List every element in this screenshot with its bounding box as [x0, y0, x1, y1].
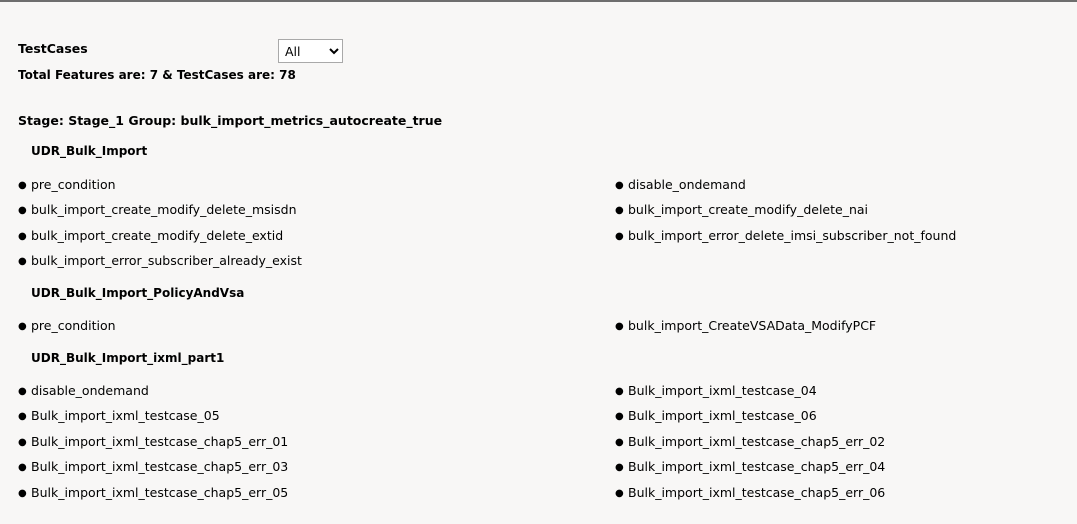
testcase-label: bulk_import_error_subscriber_already_exi…: [31, 253, 302, 268]
bullet-icon: ●: [18, 411, 27, 422]
testcase-item[interactable]: ● pre_condition: [18, 177, 116, 192]
bullet-icon: ●: [615, 180, 624, 191]
testcase-item[interactable]: ● bulk_import_error_delete_imsi_subscribe…: [615, 228, 956, 243]
feature-title-udr-bulk-import: UDR_Bulk_Import: [31, 144, 148, 158]
testcase-filter-select[interactable]: All: [278, 39, 343, 63]
bullet-icon: ●: [18, 488, 27, 499]
stage-group-title: Stage: Stage_1 Group: bulk_import_metric…: [18, 113, 443, 128]
testcase-item[interactable]: ● Bulk_import_ixml_testcase_05: [18, 408, 220, 423]
testcase-label: Bulk_import_ixml_testcase_chap5_err_03: [31, 459, 289, 474]
testcase-label: Bulk_import_ixml_testcase_chap5_err_04: [628, 459, 886, 474]
testcase-label: Bulk_import_ixml_testcase_chap5_err_06: [628, 485, 886, 500]
testcase-label: bulk_import_create_modify_delete_nai: [628, 202, 869, 217]
testcase-item[interactable]: ● bulk_import_create_modify_delete_extid: [18, 228, 283, 243]
bullet-icon: ●: [615, 462, 624, 473]
bullet-icon: ●: [18, 180, 27, 191]
testcase-label: Bulk_import_ixml_testcase_chap5_err_01: [31, 434, 289, 449]
testcase-label: bulk_import_create_modify_delete_extid: [31, 228, 284, 243]
bullet-icon: ●: [18, 321, 27, 332]
testcase-label: Bulk_import_ixml_testcase_chap5_err_05: [31, 485, 289, 500]
testcase-item[interactable]: ● bulk_import_create_modify_delete_nai: [615, 202, 868, 217]
testcase-item[interactable]: ● Bulk_import_ixml_testcase_chap5_err_03: [18, 459, 288, 474]
testcase-item[interactable]: ● Bulk_import_ixml_testcase_04: [615, 383, 817, 398]
testcase-item[interactable]: ● Bulk_import_ixml_testcase_chap5_err_05: [18, 485, 288, 500]
testcase-label: pre_condition: [31, 177, 116, 192]
testcase-label: Bulk_import_ixml_testcase_06: [628, 408, 817, 423]
testcase-item[interactable]: ● Bulk_import_ixml_testcase_06: [615, 408, 817, 423]
testcase-item[interactable]: ● bulk_import_CreateVSAData_ModifyPCF: [615, 318, 876, 333]
testcase-item[interactable]: ● disable_ondemand: [615, 177, 746, 192]
testcase-label: Bulk_import_ixml_testcase_05: [31, 408, 220, 423]
testcase-item[interactable]: ● bulk_import_create_modify_delete_msisdn: [18, 202, 297, 217]
testcase-item[interactable]: ● bulk_import_error_subscriber_already_ex…: [18, 253, 302, 268]
bullet-icon: ●: [615, 411, 624, 422]
bullet-icon: ●: [18, 386, 27, 397]
bullet-icon: ●: [615, 437, 624, 448]
summary-text: Total Features are: 7 & TestCases are: 7…: [18, 68, 296, 82]
testcase-item[interactable]: ● Bulk_import_ixml_testcase_chap5_err_01: [18, 434, 288, 449]
testcase-label: disable_ondemand: [628, 177, 746, 192]
bullet-icon: ●: [18, 462, 27, 473]
testcase-label: bulk_import_create_modify_delete_msisdn: [31, 202, 297, 217]
testcase-item[interactable]: ● disable_ondemand: [18, 383, 149, 398]
testcase-label: bulk_import_error_delete_imsi_subscriber…: [628, 228, 957, 243]
testcase-label: bulk_import_CreateVSAData_ModifyPCF: [628, 318, 877, 333]
testcase-item[interactable]: ● Bulk_import_ixml_testcase_chap5_err_06: [615, 485, 885, 500]
bullet-icon: ●: [615, 205, 624, 216]
testcase-item[interactable]: ● pre_condition: [18, 318, 116, 333]
feature-title-udr-bulk-import-policyandvsa: UDR_Bulk_Import_PolicyAndVsa: [31, 286, 245, 300]
bullet-icon: ●: [18, 205, 27, 216]
feature-title-udr-bulk-import-ixml-part1: UDR_Bulk_Import_ixml_part1: [31, 351, 225, 365]
testcase-item[interactable]: ● Bulk_import_ixml_testcase_chap5_err_02: [615, 434, 885, 449]
testcase-label: Bulk_import_ixml_testcase_04: [628, 383, 817, 398]
bullet-icon: ●: [615, 321, 624, 332]
bullet-icon: ●: [615, 488, 624, 499]
bullet-icon: ●: [18, 231, 27, 242]
testcase-label: Bulk_import_ixml_testcase_chap5_err_02: [628, 434, 886, 449]
bullet-icon: ●: [615, 231, 624, 242]
page-title: TestCases: [18, 41, 88, 56]
bullet-icon: ●: [615, 386, 624, 397]
bullet-icon: ●: [18, 437, 27, 448]
testcase-label: disable_ondemand: [31, 383, 149, 398]
testcase-item[interactable]: ● Bulk_import_ixml_testcase_chap5_err_04: [615, 459, 885, 474]
testcase-label: pre_condition: [31, 318, 116, 333]
bullet-icon: ●: [18, 256, 27, 267]
